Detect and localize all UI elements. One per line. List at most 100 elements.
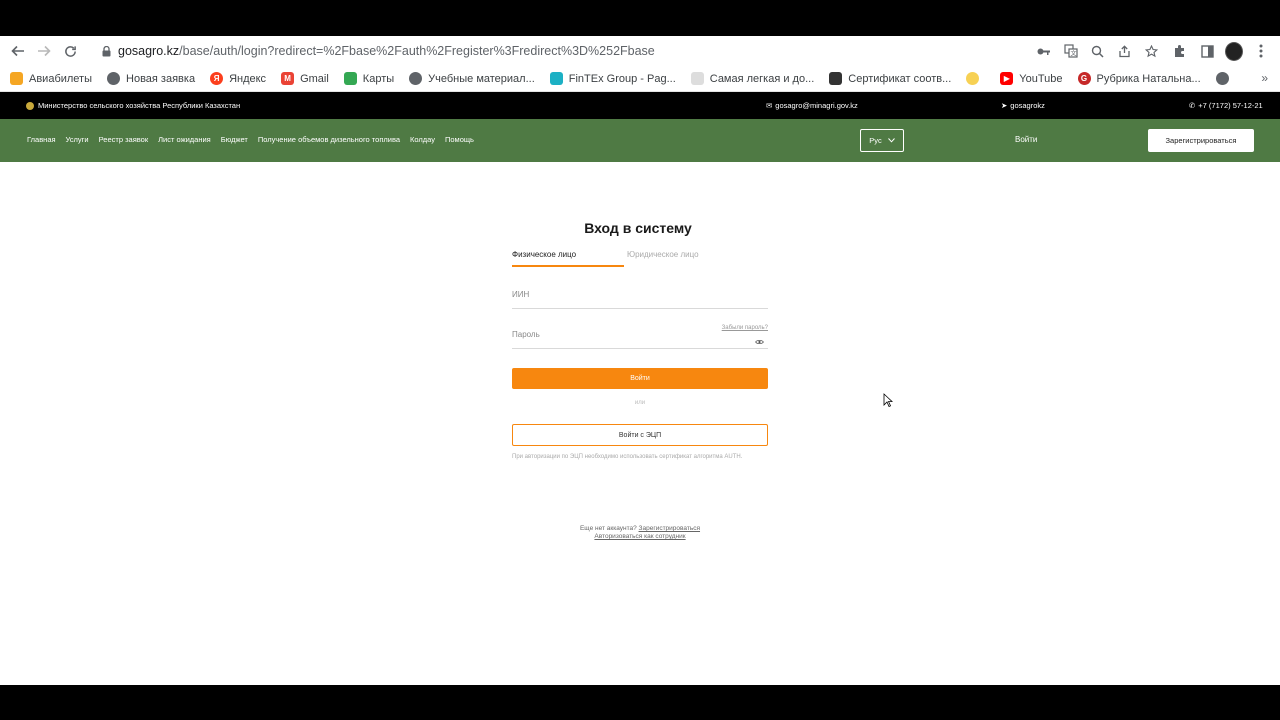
bookmark-label: Gmail xyxy=(300,72,329,85)
bookmarks-more-icon[interactable]: » xyxy=(1261,71,1268,85)
bookmark-star-icon[interactable] xyxy=(1143,43,1160,60)
menu-item-registry[interactable]: Реестр заявок xyxy=(99,135,148,144)
globe-icon xyxy=(107,72,121,85)
lock-icon xyxy=(102,46,112,57)
bookmark-yandex[interactable]: Я Яндекс xyxy=(210,72,266,85)
website: Министерство сельского хозяйства Республ… xyxy=(0,92,1280,685)
reload-icon[interactable] xyxy=(57,38,83,64)
omnibox-icons: 文 xyxy=(1035,39,1160,63)
letterbox-top xyxy=(0,0,1280,36)
bottom-links: Еще нет аккаунта? Зарегистрироваться Авт… xyxy=(512,525,768,541)
globe-icon xyxy=(1215,72,1229,85)
register-prompt: Еще нет аккаунта? Зарегистрироваться xyxy=(512,525,768,533)
key-icon[interactable] xyxy=(1035,43,1052,60)
contact-email[interactable]: ✉ gosagro@minagri.gov.kz xyxy=(766,101,858,110)
register-link[interactable]: Зарегистрироваться xyxy=(639,525,700,532)
bookmark-label: Яндекс xyxy=(229,72,267,85)
bookmark-youtube[interactable]: ▶ YouTube xyxy=(1000,72,1063,85)
gmail-icon: M xyxy=(281,72,295,85)
sidepanel-icon[interactable] xyxy=(1198,42,1216,60)
contact-telegram[interactable]: ➤ gosagrokz xyxy=(1001,101,1045,110)
unity-icon xyxy=(829,72,843,85)
bookmark-rubric[interactable]: G Рубрика Натальна... xyxy=(1077,72,1201,85)
bookmark-label: Новая заявка xyxy=(126,72,196,85)
iin-label: ИИН xyxy=(512,290,530,299)
iin-field[interactable]: ИИН xyxy=(512,284,768,309)
bookmark-globe[interactable] xyxy=(1215,72,1235,85)
bookmark-certificate[interactable]: Сертификат соотв... xyxy=(829,72,951,85)
mail-icon: ✉ xyxy=(766,101,773,110)
browser-toolbar: gosagro.kz/base/auth/login?redirect=%2Fb… xyxy=(0,36,1280,66)
language-value: Рус xyxy=(869,136,882,145)
profile-avatar[interactable] xyxy=(1225,41,1243,61)
forward-icon[interactable] xyxy=(31,38,57,64)
menu-item-budget[interactable]: Бюджет xyxy=(221,135,248,144)
url-host: gosagro.kz xyxy=(118,44,180,58)
dots-icon xyxy=(690,72,704,85)
circle-icon xyxy=(966,72,980,85)
tab-individual[interactable]: Физическое лицо xyxy=(512,250,576,259)
ecp-hint: При авторизации по ЭЦП необходимо исполь… xyxy=(512,454,743,460)
login-submit-button[interactable]: Войти xyxy=(512,368,768,389)
bookmarks-bar: Авиабилеты Новая заявка Я Яндекс M Gmail К… xyxy=(0,66,1280,92)
bookmark-materials[interactable]: Учебные материал... xyxy=(409,72,535,85)
browser-right-icons xyxy=(1171,36,1280,66)
url-path: /base/auth/login?redirect=%2Fbase%2Fauth… xyxy=(179,44,655,58)
menu-dots-icon[interactable] xyxy=(1252,42,1270,60)
menu-item-waitlist[interactable]: Лист ожидания xyxy=(158,135,211,144)
bookmark-fintex[interactable]: FinTEx Group - Pag... xyxy=(549,72,676,85)
bookmark-easiest[interactable]: Самая легкая и до... xyxy=(690,72,815,85)
header-login-link[interactable]: Войти xyxy=(1015,135,1037,144)
email-text: gosagro@minagri.gov.kz xyxy=(775,101,858,110)
globe-icon xyxy=(409,72,423,85)
login-tabs: Физическое лицо Юридическое лицо xyxy=(512,250,768,268)
eye-icon[interactable] xyxy=(755,339,764,345)
chart-icon xyxy=(549,72,563,85)
phone-text: +7 (7172) 57-12-21 xyxy=(1198,101,1263,110)
forgot-password-link[interactable]: Забыли пароль? xyxy=(722,325,768,331)
language-select[interactable]: Рус xyxy=(860,129,904,152)
plane-icon xyxy=(10,72,23,85)
share-icon[interactable] xyxy=(1116,43,1133,60)
bookmark-label: Учебные материал... xyxy=(428,72,535,85)
zoom-icon[interactable] xyxy=(1089,43,1106,60)
menu-item-koldau[interactable]: Колдау xyxy=(410,135,435,144)
bookmark-label: Самая легкая и до... xyxy=(709,72,815,85)
bookmark-aviabilety[interactable]: Авиабилеты xyxy=(10,72,92,85)
bookmark-label: YouTube xyxy=(1019,72,1063,85)
tab-legal-entity[interactable]: Юридическое лицо xyxy=(627,250,699,259)
bookmark-yellow[interactable] xyxy=(966,72,985,85)
menu-item-home[interactable]: Главная xyxy=(27,135,56,144)
bookmark-label: Рубрика Натальна... xyxy=(1096,72,1201,85)
bookmark-label: Карты xyxy=(362,72,395,85)
youtube-icon: ▶ xyxy=(1000,72,1014,85)
site-navbar: Главная Услуги Реестр заявок Лист ожидан… xyxy=(0,119,1280,162)
bookmark-new-request[interactable]: Новая заявка xyxy=(107,72,195,85)
site-topbar: Министерство сельского хозяйства Республ… xyxy=(0,92,1280,119)
login-ecp-button[interactable]: Войти с ЭЦП xyxy=(512,424,768,446)
password-field[interactable]: Пароль Забыли пароль? xyxy=(512,324,768,349)
header-register-button[interactable]: Зарегистрироваться xyxy=(1148,129,1254,152)
translate-icon[interactable]: 文 xyxy=(1062,43,1079,60)
extensions-icon[interactable] xyxy=(1171,42,1189,60)
address-bar[interactable]: gosagro.kz/base/auth/login?redirect=%2Fb… xyxy=(92,39,1162,63)
no-account-text: Еще нет аккаунта? xyxy=(579,525,637,532)
menu-item-help[interactable]: Помощь xyxy=(445,135,474,144)
or-divider: или xyxy=(634,400,646,406)
telegram-text: gosagrokz xyxy=(1010,101,1045,110)
menu-item-services[interactable]: Услуги xyxy=(66,135,89,144)
svg-text:文: 文 xyxy=(1070,50,1076,58)
telegram-icon: ➤ xyxy=(1001,101,1008,110)
login-title: Вход в систему xyxy=(584,220,692,236)
employee-login-link[interactable]: Авторизоваться как сотрудник xyxy=(594,533,685,540)
g-icon: G xyxy=(1077,72,1091,85)
chevron-down-icon xyxy=(887,138,895,143)
password-label: Пароль xyxy=(512,330,540,339)
bookmark-label: Авиабилеты xyxy=(29,72,93,85)
back-icon[interactable] xyxy=(5,38,31,64)
contact-phone[interactable]: ✆ +7 (7172) 57-12-21 xyxy=(1189,101,1263,110)
mouse-cursor-icon xyxy=(883,393,893,407)
menu-item-diesel[interactable]: Получение объемов дизельного топлива xyxy=(258,135,400,144)
bookmark-gmail[interactable]: M Gmail xyxy=(281,72,329,85)
bookmark-maps[interactable]: Карты xyxy=(343,72,395,85)
